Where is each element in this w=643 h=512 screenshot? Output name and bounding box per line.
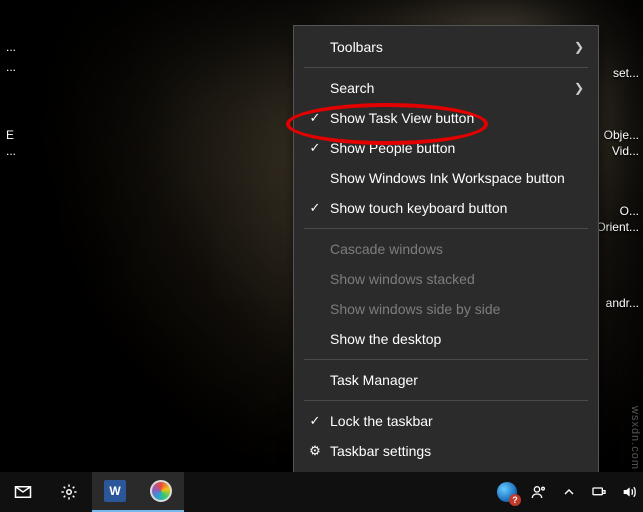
menu-label: Lock the taskbar xyxy=(326,413,584,429)
watermark: wsxdn.com xyxy=(629,406,641,470)
tray-chevron-up-icon[interactable] xyxy=(561,484,577,500)
menu-item-taskbar-settings[interactable]: ⚙ Taskbar settings xyxy=(294,436,598,466)
menu-label: Task Manager xyxy=(326,372,584,388)
paint-app-button[interactable] xyxy=(138,472,184,512)
menu-label: Search xyxy=(326,80,574,96)
menu-label: Show windows stacked xyxy=(326,271,584,287)
network-internet-icon[interactable]: ? xyxy=(497,482,517,502)
desktop-label[interactable]: Vid... xyxy=(612,144,639,158)
check-icon: ✓ xyxy=(304,200,326,216)
menu-item-toolbars[interactable]: Toolbars ❯ xyxy=(294,32,598,62)
menu-item-show-ink[interactable]: Show Windows Ink Workspace button xyxy=(294,163,598,193)
palette-icon xyxy=(150,480,172,502)
menu-separator xyxy=(304,400,588,401)
menu-label: Cascade windows xyxy=(326,241,584,257)
word-app-button[interactable]: W xyxy=(92,472,138,512)
chevron-right-icon: ❯ xyxy=(574,81,584,95)
system-tray: ? xyxy=(491,482,643,502)
desktop-label[interactable]: set... xyxy=(613,66,639,80)
desktop-label[interactable]: ... xyxy=(6,144,16,158)
menu-label: Show Windows Ink Workspace button xyxy=(326,170,584,186)
menu-label: Show People button xyxy=(326,140,584,156)
menu-item-task-manager[interactable]: Task Manager xyxy=(294,365,598,395)
desktop-label[interactable]: Orient... xyxy=(596,220,639,234)
taskbar: W ? xyxy=(0,472,643,512)
check-icon: ✓ xyxy=(304,110,326,126)
menu-separator xyxy=(304,67,588,68)
mail-app-button[interactable] xyxy=(0,472,46,512)
menu-label: Taskbar settings xyxy=(326,443,584,459)
word-icon: W xyxy=(104,480,126,502)
menu-separator xyxy=(304,228,588,229)
menu-label: Show touch keyboard button xyxy=(326,200,584,216)
menu-item-lock-taskbar[interactable]: ✓ Lock the taskbar xyxy=(294,406,598,436)
menu-item-show-desktop[interactable]: Show the desktop xyxy=(294,324,598,354)
gear-icon: ⚙ xyxy=(304,443,326,459)
desktop-label[interactable]: O... xyxy=(620,204,639,218)
menu-label: Show windows side by side xyxy=(326,301,584,317)
people-icon[interactable] xyxy=(531,484,547,500)
status-badge: ? xyxy=(509,494,521,506)
chevron-right-icon: ❯ xyxy=(574,40,584,54)
menu-separator xyxy=(304,359,588,360)
menu-item-show-task-view[interactable]: ✓ Show Task View button xyxy=(294,103,598,133)
check-icon: ✓ xyxy=(304,140,326,156)
volume-icon[interactable] xyxy=(621,484,637,500)
desktop-label[interactable]: andr... xyxy=(606,296,639,310)
settings-app-button[interactable] xyxy=(46,472,92,512)
network-icon[interactable] xyxy=(591,484,607,500)
desktop-label[interactable]: ... xyxy=(6,60,16,74)
menu-label: Show Task View button xyxy=(326,110,584,126)
menu-item-cascade: Cascade windows xyxy=(294,234,598,264)
gear-icon xyxy=(60,483,78,501)
mail-icon xyxy=(14,483,32,501)
menu-item-show-people[interactable]: ✓ Show People button xyxy=(294,133,598,163)
menu-label: Toolbars xyxy=(326,39,574,55)
menu-item-stacked: Show windows stacked xyxy=(294,264,598,294)
check-icon: ✓ xyxy=(304,413,326,429)
menu-label: Show the desktop xyxy=(326,331,584,347)
menu-item-search[interactable]: Search ❯ xyxy=(294,73,598,103)
menu-item-side-by-side: Show windows side by side xyxy=(294,294,598,324)
desktop-label[interactable]: Obje... xyxy=(604,128,639,142)
menu-item-show-touch-keyboard[interactable]: ✓ Show touch keyboard button xyxy=(294,193,598,223)
desktop-label[interactable]: E xyxy=(6,128,14,142)
taskbar-context-menu: Toolbars ❯ Search ❯ ✓ Show Task View but… xyxy=(293,25,599,473)
desktop-label[interactable]: ... xyxy=(6,40,16,54)
